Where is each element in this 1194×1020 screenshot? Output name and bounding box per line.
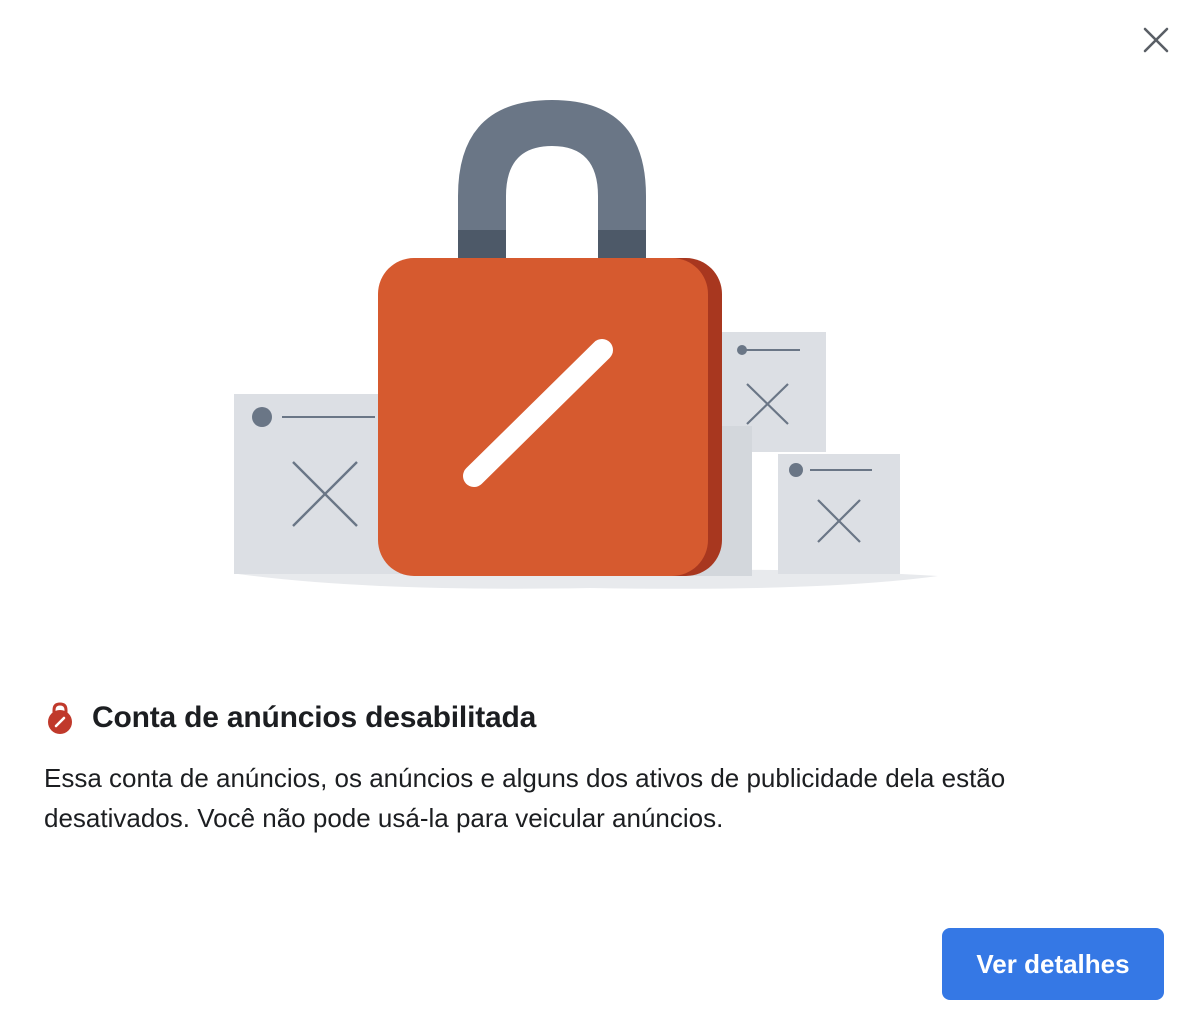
padlock-shackle xyxy=(458,100,646,262)
ad-account-disabled-dialog: Conta de anúncios desabilitada Essa cont… xyxy=(0,0,1194,1020)
close-button[interactable] xyxy=(1136,22,1176,58)
dialog-message: Essa conta de anúncios, os anúncios e al… xyxy=(44,758,1124,838)
lock-disabled-icon xyxy=(44,700,76,736)
ad-card-right xyxy=(778,454,900,574)
padlock-disabled-illustration xyxy=(234,100,938,589)
view-details-button[interactable]: Ver detalhes xyxy=(942,928,1164,1000)
dialog-message-line-2: desativados. Você não pode usá-la para v… xyxy=(44,803,724,833)
padlock-body xyxy=(378,258,722,576)
dialog-message-line-1: Essa conta de anúncios, os anúncios e al… xyxy=(44,763,1006,793)
close-icon xyxy=(1143,27,1169,53)
title-row: Conta de anúncios desabilitada xyxy=(44,700,536,736)
dialog-title: Conta de anúncios desabilitada xyxy=(92,701,537,734)
